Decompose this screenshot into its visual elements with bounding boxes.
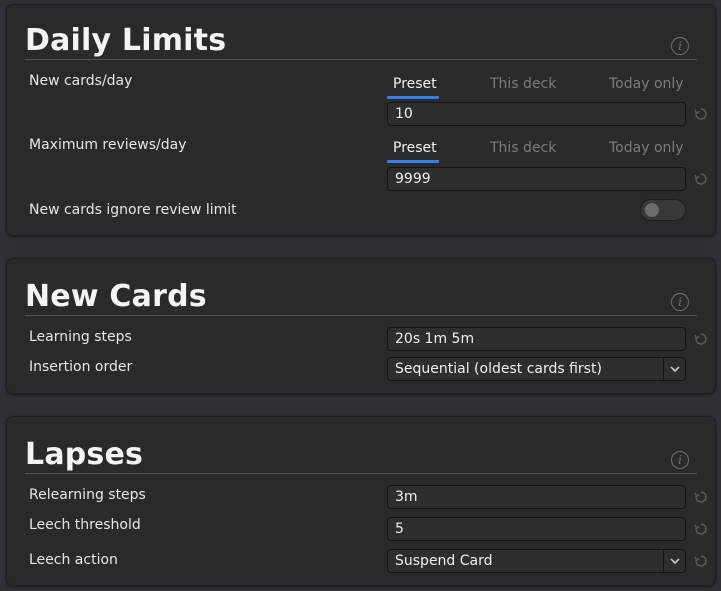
new-cards-panel: New Cards i Learning steps 20s 1m 5m Ins… <box>6 258 716 394</box>
title-divider <box>25 315 697 316</box>
chevron-down-icon[interactable] <box>663 550 685 572</box>
revert-icon[interactable] <box>693 521 709 537</box>
leech-action-value: Suspend Card <box>395 553 493 569</box>
insertion-order-label: Insertion order <box>29 359 133 375</box>
toggle-knob <box>645 203 659 217</box>
info-icon[interactable]: i <box>671 293 689 311</box>
section-title-new-cards: New Cards <box>25 279 207 314</box>
new-cards-per-day-input[interactable]: 10 <box>387 102 686 126</box>
learning-steps-label: Learning steps <box>29 329 132 345</box>
lapses-panel: Lapses i Relearning steps 3m Leech thres… <box>6 416 716 586</box>
revert-icon[interactable] <box>693 171 709 187</box>
title-divider <box>25 473 697 474</box>
insertion-order-select[interactable]: Sequential (oldest cards first) <box>387 357 686 381</box>
section-title-lapses: Lapses <box>25 437 144 472</box>
maximum-reviews-per-day-input[interactable]: 9999 <box>387 167 686 191</box>
daily-limits-panel: Daily Limits i New cards/day Preset This… <box>6 4 716 236</box>
new-cards-per-day-label: New cards/day <box>29 73 133 89</box>
learning-steps-input[interactable]: 20s 1m 5m <box>387 327 686 351</box>
leech-threshold-input[interactable]: 5 <box>387 517 686 541</box>
insertion-order-value: Sequential (oldest cards first) <box>395 361 602 377</box>
tab-preset[interactable]: Preset <box>393 140 437 156</box>
leech-threshold-label: Leech threshold <box>29 517 141 533</box>
revert-icon[interactable] <box>693 553 709 569</box>
leech-action-label: Leech action <box>29 552 118 568</box>
active-tab-indicator <box>387 160 439 163</box>
tab-today-only[interactable]: Today only <box>609 140 684 156</box>
section-title-daily-limits: Daily Limits <box>25 23 227 58</box>
info-icon[interactable]: i <box>671 451 689 469</box>
tab-this-deck[interactable]: This deck <box>490 76 556 92</box>
max-reviews-limit-tabs: Preset This deck Today only <box>387 140 687 166</box>
tab-this-deck[interactable]: This deck <box>490 140 556 156</box>
revert-icon[interactable] <box>693 331 709 347</box>
new-cards-limit-tabs: Preset This deck Today only <box>387 76 687 102</box>
tab-preset[interactable]: Preset <box>393 76 437 92</box>
chevron-down-icon[interactable] <box>663 358 685 380</box>
info-icon[interactable]: i <box>671 37 689 55</box>
ignore-review-limit-toggle[interactable] <box>640 199 686 221</box>
revert-icon[interactable] <box>693 106 709 122</box>
new-cards-ignore-review-limit-label: New cards ignore review limit <box>29 202 237 218</box>
title-divider <box>25 59 697 60</box>
leech-action-select[interactable]: Suspend Card <box>387 549 686 573</box>
relearning-steps-label: Relearning steps <box>29 487 146 503</box>
maximum-reviews-per-day-label: Maximum reviews/day <box>29 137 187 153</box>
active-tab-indicator <box>387 96 439 99</box>
tab-today-only[interactable]: Today only <box>609 76 684 92</box>
revert-icon[interactable] <box>693 489 709 505</box>
relearning-steps-input[interactable]: 3m <box>387 485 686 509</box>
